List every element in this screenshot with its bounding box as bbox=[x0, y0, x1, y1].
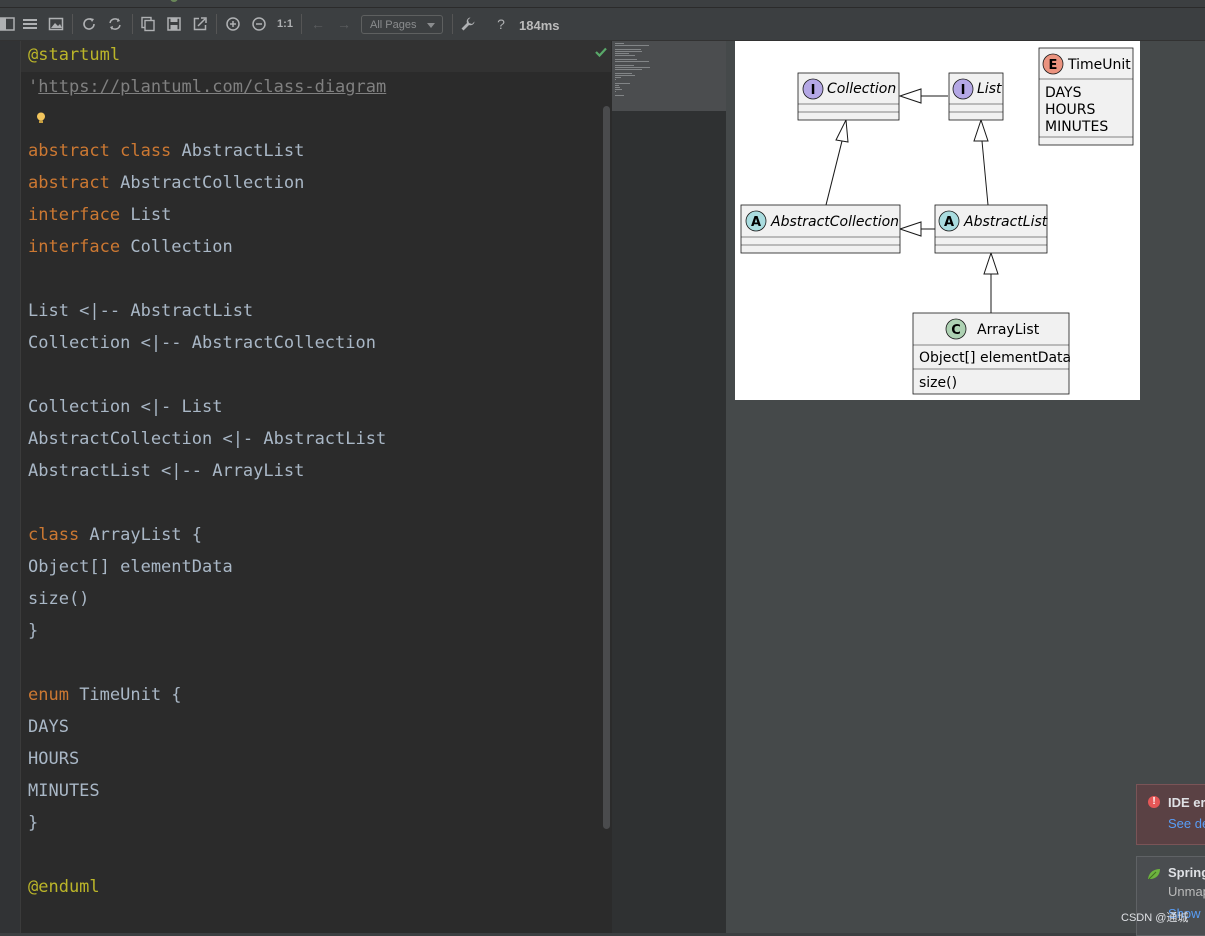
enum-name: TimeUnit bbox=[1067, 57, 1131, 73]
code-line: 'https://plantuml.com/class-diagram bbox=[28, 77, 386, 97]
enum-value: DAYS bbox=[1045, 85, 1082, 101]
class-box-list: I List bbox=[948, 72, 1004, 121]
save-icon[interactable] bbox=[165, 15, 183, 33]
code-line: } bbox=[28, 621, 39, 641]
class-field: Object[] elementData bbox=[919, 350, 1071, 366]
pages-select-value: All Pages bbox=[370, 19, 417, 31]
enum-box-timeunit: E TimeUnit DAYS HOURS MINUTES bbox=[1038, 47, 1134, 146]
pages-select[interactable]: All Pages bbox=[361, 15, 443, 34]
editor-and-preview-icon[interactable] bbox=[0, 15, 16, 33]
code-line: @enduml bbox=[28, 877, 100, 897]
stereotype-badge: I bbox=[811, 83, 816, 98]
code-line: class ArrayList { bbox=[28, 525, 203, 545]
code-editor[interactable]: @startuml 'https://plantuml.com/class-di… bbox=[0, 41, 612, 933]
code-line: interface Collection bbox=[28, 237, 233, 257]
code-line: MINUTES bbox=[28, 781, 100, 801]
class-name: ArrayList bbox=[977, 322, 1040, 338]
plantuml-toolbar: 1:1 ← → All Pages ? 184ms bbox=[0, 8, 1205, 41]
class-box-abstract-collection: A AbstractCollection bbox=[740, 204, 901, 254]
spring-leaf-icon bbox=[1148, 869, 1160, 880]
stereotype-badge: E bbox=[1049, 58, 1058, 73]
code-line: HOURS bbox=[28, 749, 80, 769]
stereotype-badge: C bbox=[951, 323, 961, 338]
refresh-icon[interactable] bbox=[80, 15, 98, 33]
zoom-in-icon[interactable] bbox=[224, 15, 242, 33]
no-problems-check-icon[interactable] bbox=[594, 45, 608, 59]
uml-class-diagram[interactable]: I Collection I List E TimeUnit DAYS HOUR… bbox=[735, 41, 1140, 400]
code-line: List <|-- AbstractList bbox=[28, 301, 254, 321]
class-name: AbstractList bbox=[963, 214, 1048, 230]
code-line: enum TimeUnit { bbox=[28, 685, 182, 705]
external-open-icon[interactable] bbox=[191, 15, 209, 33]
see-details-link[interactable]: See de bbox=[1168, 816, 1205, 831]
notification-title: IDE er bbox=[1168, 795, 1205, 810]
code-line: abstract class AbstractList bbox=[28, 141, 305, 161]
render-time: 184ms bbox=[519, 18, 560, 33]
code-line: AbstractCollection <|- AbstractList bbox=[28, 429, 387, 449]
intention-bulb-icon[interactable] bbox=[36, 112, 46, 124]
code-line: interface List bbox=[28, 205, 172, 225]
editor-gutter bbox=[0, 41, 21, 933]
code-minimap[interactable] bbox=[612, 41, 726, 933]
code-line: Collection <|-- AbstractCollection bbox=[28, 333, 376, 353]
stereotype-badge: A bbox=[944, 215, 954, 230]
class-box-abstract-list: A AbstractList bbox=[934, 204, 1048, 254]
code-line: abstract AbstractCollection bbox=[28, 173, 305, 193]
comment-quote: ' bbox=[28, 77, 39, 97]
enum-value: HOURS bbox=[1045, 102, 1096, 118]
zoom-out-icon[interactable] bbox=[250, 15, 268, 33]
stereotype-badge: A bbox=[751, 215, 761, 230]
editor-tab[interactable] bbox=[170, 0, 182, 6]
class-name: List bbox=[977, 81, 1002, 97]
enum-value: MINUTES bbox=[1045, 119, 1108, 135]
class-method: size() bbox=[919, 375, 957, 391]
settings-wrench-icon[interactable] bbox=[459, 15, 477, 33]
stereotype-badge: I bbox=[961, 83, 966, 98]
next-page-icon[interactable]: → bbox=[335, 15, 353, 33]
notification-body: Unmap bbox=[1168, 884, 1205, 899]
class-name: Collection bbox=[827, 81, 896, 97]
code-line: size() bbox=[28, 589, 90, 609]
error-icon: ! bbox=[1148, 796, 1160, 808]
code-line: Collection <|- List bbox=[28, 397, 223, 417]
class-box-collection: I Collection bbox=[797, 72, 900, 121]
code-line: DAYS bbox=[28, 717, 69, 737]
code-line: @startuml bbox=[28, 45, 121, 65]
class-box-array-list: C ArrayList Object[] elementData size() bbox=[912, 312, 1071, 395]
editor-only-icon[interactable] bbox=[21, 15, 39, 33]
copy-icon[interactable] bbox=[139, 15, 157, 33]
sync-icon[interactable] bbox=[106, 15, 124, 33]
class-name: AbstractCollection bbox=[770, 214, 899, 230]
previous-page-icon[interactable]: ← bbox=[309, 15, 327, 33]
ide-error-notification[interactable]: ! IDE er See de bbox=[1136, 784, 1205, 845]
notification-title: Spring bbox=[1168, 865, 1205, 880]
chevron-down-icon bbox=[427, 23, 435, 28]
code-line: AbstractList <|-- ArrayList bbox=[28, 461, 305, 481]
comment-url[interactable]: https://plantuml.com/class-diagram bbox=[38, 77, 386, 97]
code-line: Object[] elementData bbox=[28, 557, 233, 577]
editor-tab-strip bbox=[0, 0, 1205, 8]
editor-scrollbar[interactable] bbox=[603, 106, 610, 829]
watermark: CSDN @通城 bbox=[1121, 912, 1189, 924]
preview-only-icon[interactable] bbox=[47, 15, 65, 33]
spring-file-icon bbox=[170, 0, 178, 3]
diagram-relations bbox=[825, 88, 999, 313]
zoom-reset-button[interactable]: 1:1 bbox=[275, 15, 295, 33]
code-line: } bbox=[28, 813, 39, 833]
help-button[interactable]: ? bbox=[492, 15, 510, 33]
